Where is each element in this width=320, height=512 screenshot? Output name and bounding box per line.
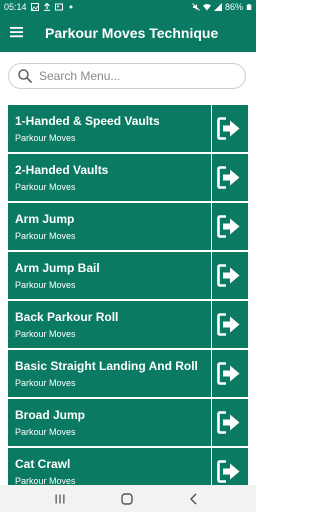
image-icon — [54, 3, 63, 11]
item-title: Arm Jump — [15, 212, 75, 226]
list-item[interactable]: Arm Jump Parkour Moves — [8, 203, 248, 250]
exit-arrow-icon[interactable] — [217, 411, 241, 434]
exit-arrow-icon[interactable] — [217, 215, 241, 238]
item-divider — [211, 399, 212, 446]
item-title: Arm Jump Bail — [15, 261, 100, 275]
menu-list: 1-Handed & Speed Vaults Parkour Moves 2-… — [8, 105, 248, 485]
item-divider — [211, 448, 212, 485]
upload-icon — [43, 3, 50, 11]
gallery-icon — [30, 3, 39, 11]
item-title: 1-Handed & Speed Vaults — [15, 114, 160, 128]
item-subtitle: Parkour Moves — [15, 231, 76, 241]
status-bar: 05:14 86% — [0, 0, 256, 14]
battery-percent: 86% — [224, 2, 243, 12]
item-subtitle: Parkour Moves — [15, 378, 76, 388]
list-item[interactable]: 2-Handed Vaults Parkour Moves — [8, 154, 248, 201]
system-nav-bar — [0, 485, 256, 512]
app-bar: Parkour Moves Technique — [0, 14, 256, 52]
list-item[interactable]: 1-Handed & Speed Vaults Parkour Moves — [8, 105, 248, 152]
item-subtitle: Parkour Moves — [15, 133, 76, 143]
list-item[interactable]: Basic Straight Landing And Roll Parkour … — [8, 350, 248, 397]
item-divider — [211, 350, 212, 397]
battery-icon — [246, 4, 252, 10]
list-item[interactable]: Broad Jump Parkour Moves — [8, 399, 248, 446]
mute-icon — [192, 3, 200, 11]
exit-arrow-icon[interactable] — [217, 460, 241, 483]
item-subtitle: Parkour Moves — [15, 329, 76, 339]
item-divider — [211, 203, 212, 250]
home-icon[interactable] — [119, 491, 135, 507]
exit-arrow-icon[interactable] — [217, 313, 241, 336]
item-subtitle: Parkour Moves — [15, 427, 76, 437]
item-divider — [211, 301, 212, 348]
item-title: Cat Crawl — [15, 457, 71, 471]
wifi-icon — [202, 4, 211, 11]
search-icon — [18, 69, 32, 83]
item-title: 2-Handed Vaults — [15, 163, 109, 177]
page-title: Parkour Moves Technique — [45, 25, 219, 41]
search-input[interactable] — [39, 69, 239, 83]
exit-arrow-icon[interactable] — [217, 117, 241, 140]
hamburger-menu-icon[interactable] — [8, 23, 26, 41]
exit-arrow-icon[interactable] — [217, 362, 241, 385]
item-divider — [211, 105, 212, 152]
item-title: Back Parkour Roll — [15, 310, 119, 324]
item-title: Basic Straight Landing And Roll — [15, 359, 198, 373]
list-item[interactable]: Cat Crawl Parkour Moves — [8, 448, 248, 485]
dot-icon — [69, 5, 73, 9]
search-bar[interactable] — [8, 63, 246, 89]
exit-arrow-icon[interactable] — [217, 166, 241, 189]
item-divider — [211, 154, 212, 201]
item-divider — [211, 252, 212, 299]
list-item[interactable]: Arm Jump Bail Parkour Moves — [8, 252, 248, 299]
item-subtitle: Parkour Moves — [15, 476, 76, 485]
back-icon[interactable] — [186, 491, 202, 507]
recents-icon[interactable] — [52, 491, 68, 507]
signal-icon — [213, 3, 222, 11]
status-time: 05:14 — [4, 2, 27, 12]
item-title: Broad Jump — [15, 408, 86, 422]
item-subtitle: Parkour Moves — [15, 280, 76, 290]
list-item[interactable]: Back Parkour Roll Parkour Moves — [8, 301, 248, 348]
exit-arrow-icon[interactable] — [217, 264, 241, 287]
item-subtitle: Parkour Moves — [15, 182, 76, 192]
